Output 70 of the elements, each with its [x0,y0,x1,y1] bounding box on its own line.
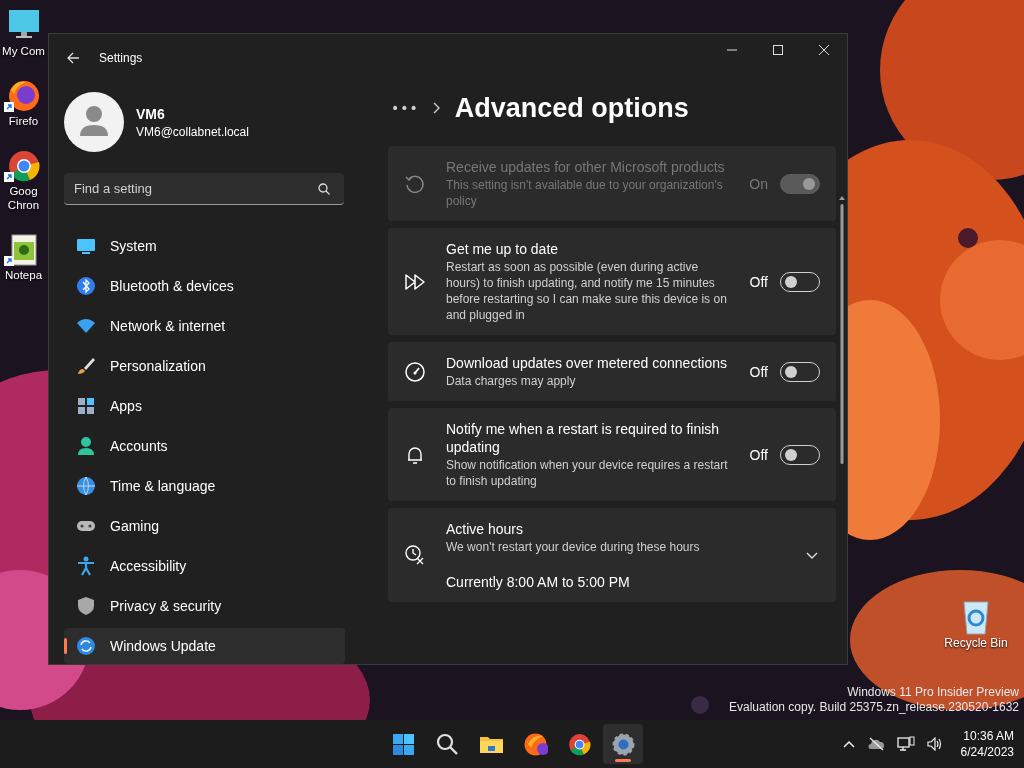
monitor-icon [76,236,96,256]
setting-title: Notify me when a restart is required to finish updating [446,420,721,456]
nav-item[interactable]: Time & language [64,468,345,504]
avatar [64,92,124,152]
toggle-state: On [749,175,768,192]
gear-icon [610,731,636,757]
nav-item[interactable]: Gaming [64,508,345,544]
start-icon [390,731,416,757]
taskbar-button[interactable] [603,724,643,764]
nav-item[interactable]: Personalization [64,348,345,384]
toggle-state: Off [749,363,768,380]
active-indicator [615,759,631,762]
clock-icon [404,544,426,566]
icon-label: Recycle Bin [944,636,1008,650]
chrome-icon [566,731,592,757]
setting-description: Show notification when your device requires a restart to finish updating [446,457,729,489]
setting-title: Download updates over metered connections [446,354,728,372]
nav-item[interactable]: System [64,228,345,264]
nav-item[interactable]: Bluetooth & devices [64,268,345,304]
icon-label: Firefo [8,114,39,128]
maximize-icon[interactable] [773,45,783,55]
person-icon [76,436,96,456]
clock-date: 6/24/2023 [960,744,1014,760]
gauge-icon [404,360,426,383]
setting-description: We won't restart your device during these hours [446,539,701,555]
user-email: VM6@collabnet.local [136,124,249,139]
nav-item[interactable]: Accounts [64,428,345,464]
watermark-text: Evaluation copy. Build 25375.zn_release.230520-1632 [729,700,1019,715]
search-icon[interactable] [318,183,330,195]
icon-label: Chron [7,198,40,212]
setting-description: Restart as soon as possible (even during active hours) to finish updating, and notify me 15 minutes before restarting so I can make sure this device is on and plugged in [446,259,728,323]
user-name: VM6 [136,105,166,122]
page-title: Advanced options [454,92,689,124]
toggle-state: Off [749,273,768,290]
nav-item[interactable]: Network & internet [64,308,345,344]
chevron-up-icon[interactable] [842,740,855,748]
chevron-right-icon [432,102,441,114]
cloud-off-icon[interactable] [866,737,885,751]
shield-icon [76,596,96,616]
bluetooth-icon [76,276,96,296]
back-arrow-icon[interactable] [65,50,81,66]
setting-title: Receive updates for other Microsoft products [446,158,726,176]
window-title: Settings [99,51,143,65]
firefox-icon [522,731,548,757]
more-button[interactable]: ••• [391,100,419,116]
search-field[interactable]: Find a setting [64,173,344,205]
nav-item[interactable]: Windows Update [64,628,345,664]
icon-label: Notepa [4,268,43,282]
paintbrush-icon [76,356,96,376]
accessibility-icon [76,556,96,576]
close-icon[interactable] [819,45,829,55]
sync-icon [76,636,96,656]
clock-time: 10:36 AM [963,728,1014,744]
setting-title: Active hours [446,520,525,538]
setting-value: Currently 8:00 AM to 5:00 PM [446,574,631,590]
nav-item[interactable]: Privacy & security [64,588,345,624]
icon-label: Goog [9,184,38,198]
volume-icon[interactable] [926,737,943,751]
setting-title: Get me up to date [446,240,560,258]
nav-item[interactable]: Apps [64,388,345,424]
setting-description: Data charges may apply [446,373,577,389]
setting-description: This setting isn't available due to your organization's policy [446,177,724,209]
icon-label: My Com [2,44,45,58]
toggle-state: Off [749,446,768,463]
network-icon[interactable] [896,736,915,752]
apps-icon [76,396,96,416]
nav-item[interactable]: Accessibility [64,548,345,584]
selection-indicator [64,638,67,654]
globe-icon [76,476,96,496]
search-icon [434,731,460,757]
